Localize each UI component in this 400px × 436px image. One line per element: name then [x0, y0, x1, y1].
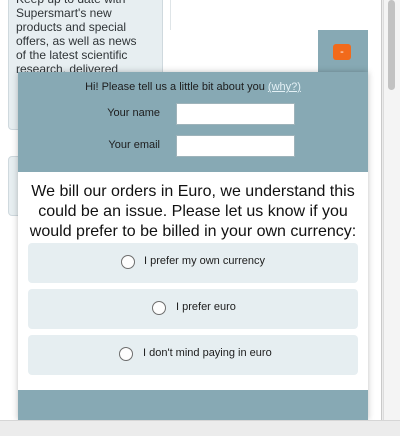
vertical-scrollbar[interactable] [383, 0, 400, 420]
name-label: Your name [107, 107, 160, 119]
window-bottom-edge [0, 420, 400, 436]
option-label: I prefer my own currency [144, 255, 266, 267]
name-field[interactable] [176, 103, 295, 125]
option-label: I don't mind paying in euro [143, 347, 272, 359]
option-dont-mind[interactable]: I don't mind paying in euro [28, 335, 358, 375]
currency-message: We bill our orders in Euro, we understan… [29, 183, 357, 240]
scrollbar-thumb[interactable] [388, 0, 395, 90]
newsletter-card-text: Keep up to date with Supersmart's new pr… [16, 0, 137, 76]
radio-button[interactable] [121, 255, 135, 269]
email-label: Your email [108, 139, 160, 151]
option-euro[interactable]: I prefer euro [28, 289, 358, 329]
option-own-currency[interactable]: I prefer my own currency [28, 243, 358, 283]
minimize-button[interactable]: - [333, 44, 351, 60]
column-divider [170, 0, 171, 30]
option-label: I prefer euro [176, 301, 236, 313]
currency-popup: Hi! Please tell us a little bit about yo… [18, 72, 368, 420]
radio-button[interactable] [152, 301, 166, 315]
page-viewport: Keep up to date with Supersmart's new pr… [0, 0, 382, 420]
intro-text: Hi! Please tell us a little bit about yo… [18, 81, 368, 93]
why-link[interactable]: (why?) [268, 81, 301, 93]
radio-button[interactable] [119, 347, 133, 361]
intro-label: Hi! Please tell us a little bit about yo… [85, 81, 265, 93]
popup-header: Hi! Please tell us a little bit about yo… [18, 72, 368, 172]
email-field[interactable] [176, 135, 295, 157]
popup-footer [18, 390, 368, 420]
